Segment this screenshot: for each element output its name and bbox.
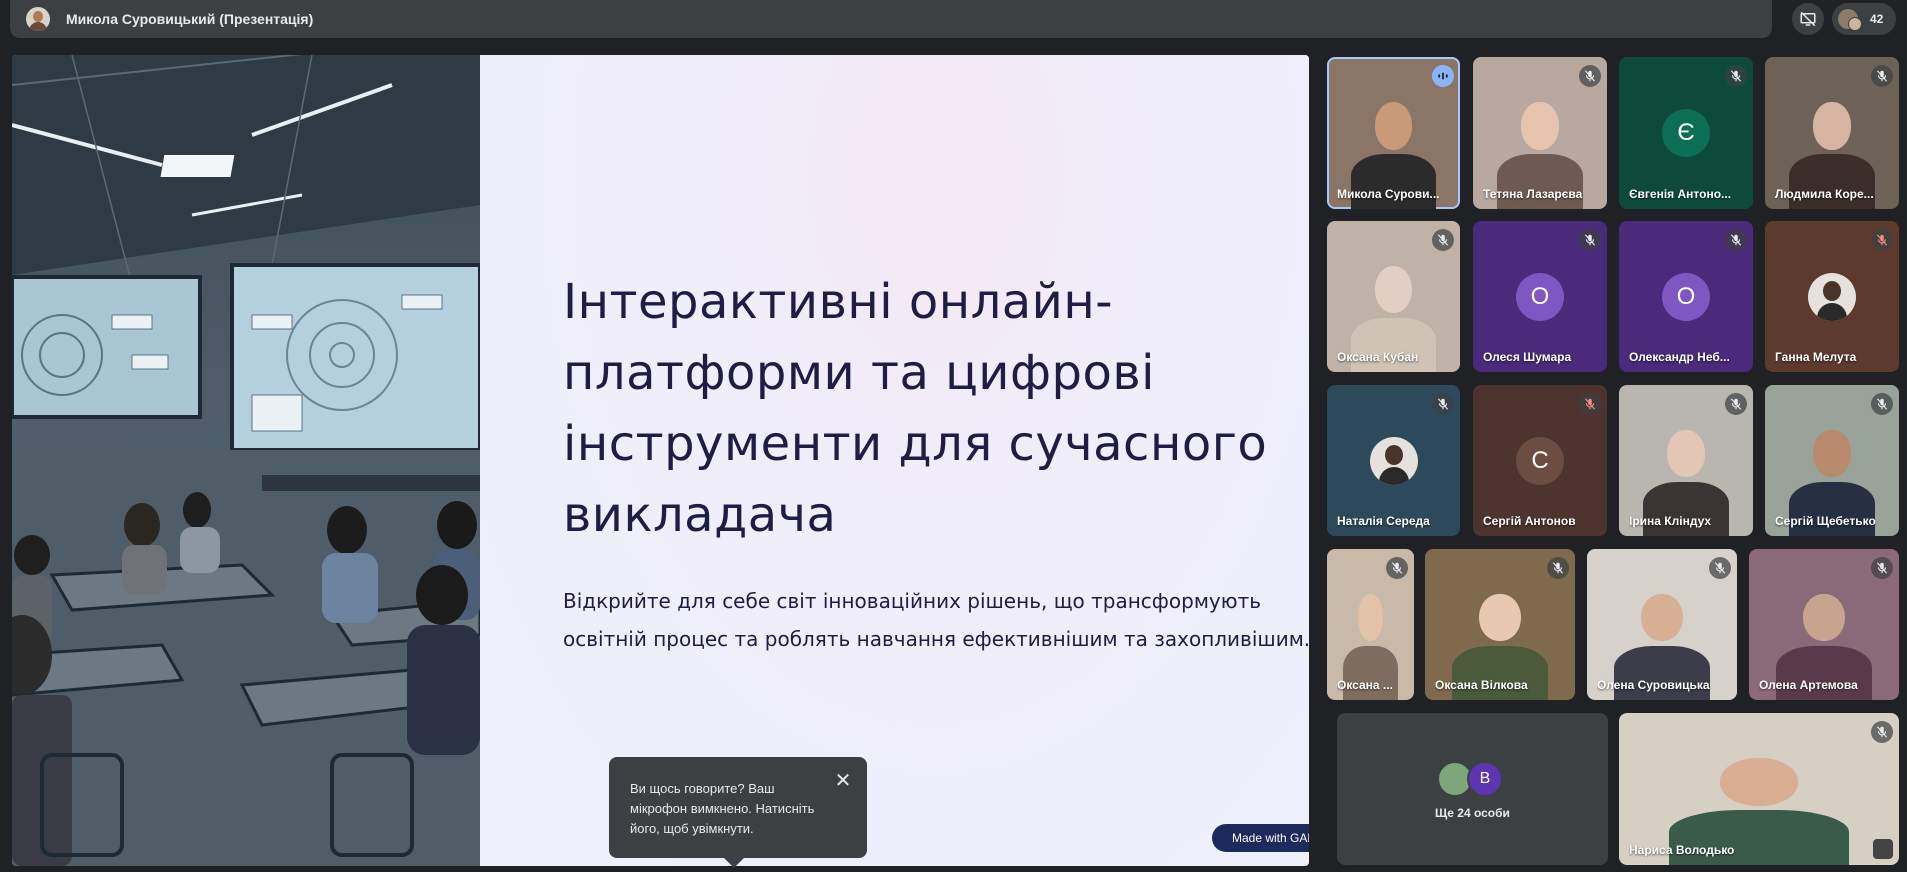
speaking-indicator-icon bbox=[1432, 65, 1454, 87]
participants-avatars-icon bbox=[1838, 9, 1862, 31]
participant-tile[interactable]: О Олександр Неб... bbox=[1619, 221, 1753, 372]
avatar bbox=[1808, 272, 1856, 321]
participant-name: Оксана ... bbox=[1337, 678, 1393, 692]
participant-name: Тетяна Лазарєва bbox=[1483, 187, 1583, 201]
mic-off-icon bbox=[1725, 229, 1747, 251]
participant-name: Олександр Неб... bbox=[1629, 350, 1730, 364]
slide-subtitle: Відкрийте для себе світ інноваційних ріш… bbox=[563, 582, 1309, 658]
participant-name: Олена Суровицька bbox=[1597, 678, 1710, 692]
participant-tile[interactable]: Сергій Щебетько bbox=[1765, 385, 1899, 536]
participant-tile[interactable]: Оксана ... bbox=[1327, 549, 1414, 700]
slide-title-line: платформи та цифрові bbox=[563, 345, 1155, 401]
participant-name: Євгенія Антоно... bbox=[1629, 187, 1732, 201]
participant-name: Олена Артемова bbox=[1759, 678, 1858, 692]
mic-off-icon bbox=[1579, 65, 1601, 87]
mic-off-icon bbox=[1725, 65, 1747, 87]
mic-off-icon bbox=[1579, 229, 1601, 251]
avatar: О bbox=[1662, 272, 1710, 321]
mic-off-icon bbox=[1871, 557, 1893, 579]
slide-title-line: інструменти для сучасного bbox=[563, 416, 1268, 472]
tooltip-text: Ви щось говорите? Ваш мікрофон вимкнено.… bbox=[630, 781, 815, 836]
presenter-title: Микола Суровицький (Презентація) bbox=[66, 11, 314, 27]
participant-tile[interactable]: Є Євгенія Антоно... bbox=[1619, 57, 1753, 209]
avatar: В bbox=[1467, 761, 1503, 797]
presentation-slide: Інтерактивні онлайн- платформи та цифров… bbox=[12, 55, 1309, 866]
classroom-illustration bbox=[12, 55, 480, 866]
mic-off-icon bbox=[1579, 393, 1601, 415]
participant-name: Сергій Щебетько bbox=[1775, 514, 1876, 528]
participant-name: Ірина Кліндух bbox=[1629, 514, 1712, 528]
mic-off-icon bbox=[1725, 393, 1747, 415]
slide-subtitle-line: Відкрийте для себе світ інноваційних ріш… bbox=[563, 589, 1262, 613]
participant-count: 42 bbox=[1870, 12, 1884, 26]
participant-tile[interactable]: О Олеся Шумара bbox=[1473, 221, 1607, 372]
made-with-gamma-badge[interactable]: Made with GAMMA bbox=[1212, 824, 1309, 852]
participant-name: Нариса Володько bbox=[1629, 843, 1735, 857]
presentation-off-button[interactable] bbox=[1792, 3, 1824, 35]
presentation-off-icon bbox=[1800, 11, 1816, 27]
close-icon[interactable]: ✕ bbox=[833, 771, 853, 791]
participant-tile[interactable]: Людмила Коре... bbox=[1765, 57, 1899, 209]
avatar bbox=[1369, 436, 1418, 485]
participant-tile[interactable]: Олена Суровицька bbox=[1587, 549, 1737, 700]
participant-name: Людмила Коре... bbox=[1775, 187, 1874, 201]
more-participants-tile[interactable]: В Ще 24 особи bbox=[1337, 713, 1608, 865]
more-participants-label: Ще 24 особи bbox=[1435, 806, 1510, 820]
mic-off-icon bbox=[1871, 721, 1893, 743]
participant-name: Наталія Середа bbox=[1337, 514, 1430, 528]
participant-tile[interactable]: Ірина Кліндух bbox=[1619, 385, 1753, 536]
participant-name: Ганна Мелута bbox=[1775, 350, 1857, 364]
participant-tile[interactable]: Оксана Кубан bbox=[1327, 221, 1460, 372]
slide-subtitle-line: освітній процес та роблять навчання ефек… bbox=[563, 627, 1309, 651]
slide-title: Інтерактивні онлайн- платформи та цифров… bbox=[563, 267, 1309, 551]
participant-tile[interactable]: Микола Сурови... bbox=[1327, 57, 1460, 209]
mic-off-icon bbox=[1871, 229, 1893, 251]
participant-tile[interactable]: Ганна Мелута bbox=[1765, 221, 1899, 372]
mic-off-icon bbox=[1386, 557, 1408, 579]
participant-tile[interactable]: Олена Артемова bbox=[1749, 549, 1899, 700]
avatar: О bbox=[1516, 272, 1564, 321]
pin-icon[interactable] bbox=[1873, 839, 1893, 859]
mic-off-icon bbox=[1871, 65, 1893, 87]
participant-tile[interactable]: Наталія Середа bbox=[1327, 385, 1460, 536]
participant-name: Оксана Кубан bbox=[1337, 350, 1419, 364]
avatar: С bbox=[1516, 436, 1564, 485]
slide-title-line: Інтерактивні онлайн- bbox=[563, 274, 1114, 330]
mic-off-icon bbox=[1871, 393, 1893, 415]
slide-text-area: Інтерактивні онлайн- платформи та цифров… bbox=[480, 55, 1309, 866]
presenter-avatar bbox=[26, 7, 50, 31]
participant-tile[interactable]: С Сергій Антонов bbox=[1473, 385, 1607, 536]
participants-button[interactable]: 42 bbox=[1832, 3, 1896, 35]
participant-tile[interactable]: Оксана Вілкова bbox=[1425, 549, 1575, 700]
mic-muted-tooltip: Ви щось говорите? Ваш мікрофон вимкнено.… bbox=[609, 757, 867, 868]
mic-off-icon bbox=[1547, 557, 1569, 579]
more-participants-avatars: В bbox=[1437, 761, 1507, 797]
participant-name: Оксана Вілкова bbox=[1435, 678, 1528, 692]
mic-off-icon bbox=[1432, 393, 1454, 415]
participant-name: Микола Сурови... bbox=[1337, 187, 1440, 201]
participant-tile[interactable]: Нариса Володько bbox=[1619, 713, 1899, 865]
mic-off-icon bbox=[1432, 229, 1454, 251]
presenter-bar: Микола Суровицький (Презентація) bbox=[10, 0, 1772, 38]
slide-title-line: викладача bbox=[563, 487, 837, 543]
mic-off-icon bbox=[1709, 557, 1731, 579]
participant-name: Олеся Шумара bbox=[1483, 350, 1572, 364]
avatar: Є bbox=[1662, 109, 1710, 157]
participant-tile[interactable]: Тетяна Лазарєва bbox=[1473, 57, 1607, 209]
participant-name: Сергій Антонов bbox=[1483, 514, 1576, 528]
